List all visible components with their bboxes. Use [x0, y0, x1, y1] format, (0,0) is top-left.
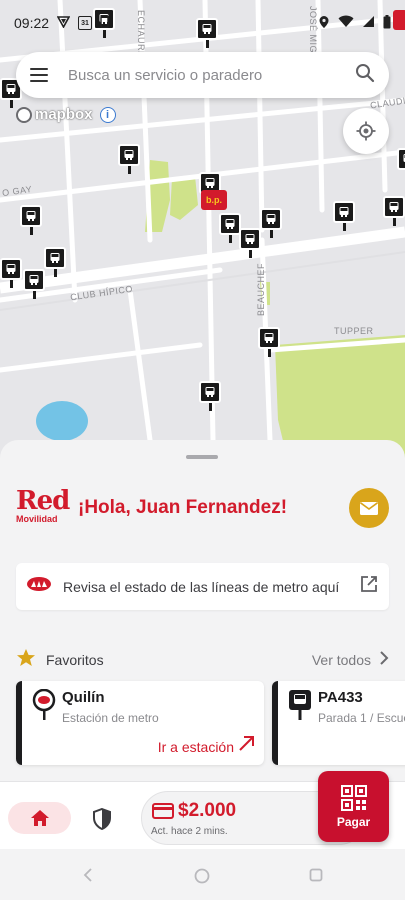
chevron-right-icon[interactable]: [379, 650, 389, 670]
pay-label: Pagar: [336, 814, 371, 829]
bus-icon: [339, 207, 349, 217]
bus-icon: [205, 178, 215, 188]
phone-icon: [100, 14, 109, 31]
bus-icon: [245, 234, 255, 244]
favorite-subtitle: Parada 1 / Escuela Militar: [318, 711, 405, 725]
metro-pin-icon: [32, 688, 56, 726]
mapbox-logo-icon: [16, 106, 32, 123]
bus-stop-marker[interactable]: [397, 148, 405, 178]
wifi-icon: [338, 15, 354, 31]
qr-code-icon: [340, 784, 367, 811]
back-icon[interactable]: [82, 868, 94, 887]
bus-icon: [124, 150, 134, 160]
status-bar: 09:22 31: [0, 0, 405, 46]
recents-icon[interactable]: [309, 868, 323, 887]
favorites-header: Favoritos Ver todos: [16, 648, 389, 672]
greeting-text: ¡Hola, Juan Fernandez!: [78, 497, 288, 518]
bus-stop-marker[interactable]: [333, 201, 355, 231]
metro-status-card[interactable]: Revisa el estado de las líneas de metro …: [16, 563, 389, 610]
mapbox-attribution: mapbox i: [16, 106, 116, 123]
bus-stop-marker[interactable]: [239, 228, 261, 258]
logo-word: Red: [16, 486, 70, 516]
bus-stop-marker[interactable]: [118, 144, 140, 174]
arrow-up-right-icon[interactable]: [238, 734, 256, 757]
credit-card-icon: [152, 803, 174, 824]
go-to-station-link[interactable]: Ir a estación: [158, 739, 234, 755]
open-external-icon[interactable]: [359, 574, 379, 599]
bus-stop-marker[interactable]: [260, 208, 282, 238]
mapbox-wordmark: mapbox: [35, 106, 93, 123]
home-icon: [30, 810, 49, 826]
bus-stop-marker[interactable]: [0, 258, 22, 288]
greeting-row: Red Movilidad ¡Hola, Juan Fernandez!: [16, 488, 287, 528]
bus-icon: [50, 253, 60, 263]
search-input[interactable]: [68, 66, 355, 84]
favorite-name: PA433: [318, 689, 363, 706]
bus-stop-icon: [288, 689, 312, 726]
favorites-title: Favoritos: [46, 652, 104, 668]
search-bar[interactable]: [16, 52, 389, 98]
info-icon[interactable]: i: [99, 106, 116, 123]
bus-icon: [6, 264, 16, 274]
home-circle-icon[interactable]: [194, 868, 210, 889]
bus-icon: [26, 211, 36, 221]
favorite-name: Quilín: [62, 689, 105, 706]
calendar-icon: 31: [78, 16, 93, 30]
home-tab[interactable]: [8, 802, 71, 834]
pay-button[interactable]: Pagar: [318, 771, 389, 842]
balance-amount: $2.000: [178, 800, 237, 821]
favorite-subtitle: Estación de metro: [62, 711, 159, 725]
metro-logo-icon: [26, 576, 52, 597]
favorite-card[interactable]: PA433 Parada 1 / Escuela Militar: [272, 681, 405, 765]
bus-stop-marker[interactable]: [20, 205, 42, 235]
status-time: 09:22: [14, 15, 50, 31]
bus-icon: [225, 219, 235, 229]
security-tab[interactable]: [89, 806, 115, 832]
mail-icon: [360, 501, 378, 515]
signal-icon: [362, 15, 375, 31]
inbox-button[interactable]: [349, 488, 389, 528]
bus-stop-marker[interactable]: [23, 269, 45, 299]
system-navigation-bar: [0, 850, 405, 900]
favorite-card[interactable]: Quilín Estación de metro Ir a estación: [16, 681, 264, 765]
street-label: BEAUCHEF: [256, 262, 266, 316]
crosshair-icon: [356, 121, 376, 141]
search-icon[interactable]: [355, 63, 375, 88]
battery-icon: [383, 14, 391, 32]
shield-icon: [93, 808, 111, 830]
drag-handle[interactable]: [186, 455, 218, 459]
bus-stop-marker[interactable]: [44, 247, 66, 277]
balance-updated-text: Act. hace 2 mins.: [151, 826, 228, 837]
bip-point-marker[interactable]: b.p.: [201, 190, 227, 210]
vpn-icon: [56, 15, 71, 31]
street-label: TUPPER: [334, 326, 374, 336]
bus-icon: [266, 214, 276, 224]
bus-icon: [6, 84, 16, 94]
bottom-navigation: $2.000 Act. hace 2 mins. Pagar: [0, 771, 405, 849]
bus-stop-marker[interactable]: [258, 327, 280, 357]
red-movilidad-logo: Red Movilidad: [16, 486, 70, 528]
bus-stop-marker[interactable]: [383, 196, 405, 226]
metro-status-text: Revisa el estado de las líneas de metro …: [63, 578, 340, 595]
bus-stop-marker[interactable]: [199, 381, 221, 411]
hamburger-menu-icon[interactable]: [30, 64, 52, 86]
bus-icon: [29, 275, 39, 285]
see-all-link[interactable]: Ver todos: [312, 652, 371, 668]
star-icon: [16, 648, 36, 672]
bus-stop-marker[interactable]: [219, 213, 241, 243]
my-location-button[interactable]: [343, 108, 389, 154]
location-icon: [318, 15, 330, 32]
bus-icon: [205, 387, 215, 397]
bus-icon: [389, 202, 399, 212]
bus-icon: [264, 333, 274, 343]
